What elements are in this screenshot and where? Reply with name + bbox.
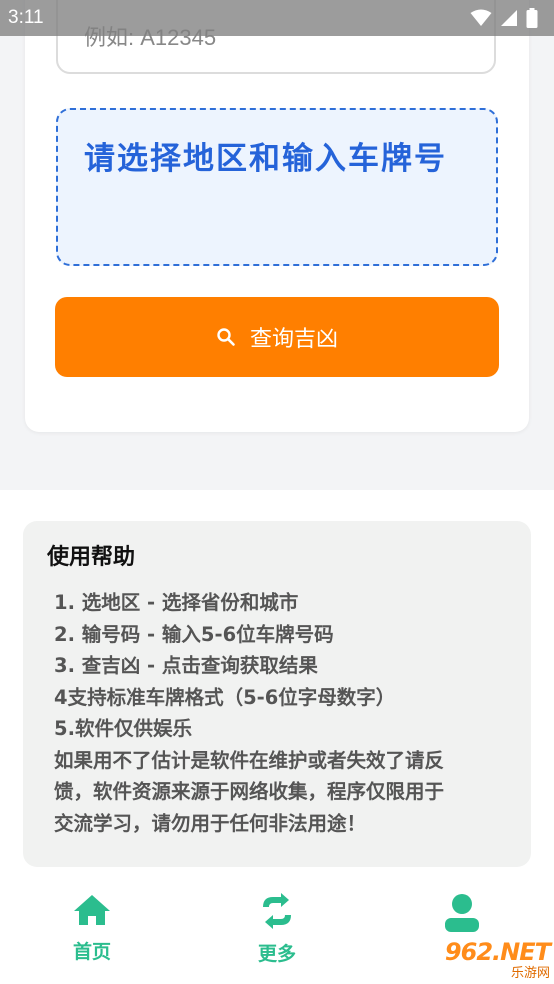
help-line: 3. 查吉凶 - 点击查询获取结果 bbox=[54, 654, 318, 677]
watermark-logo: 962.NET 乐游网 bbox=[418, 938, 551, 982]
help-lines: 1. 选地区 - 选择省份和城市 2. 输号码 - 输入5-6位车牌号码 3. … bbox=[47, 587, 507, 839]
wifi-icon bbox=[470, 9, 492, 26]
nav-item-more[interactable]: 更多 bbox=[222, 893, 332, 966]
user-icon bbox=[445, 894, 479, 932]
signal-icon bbox=[501, 10, 517, 26]
home-icon bbox=[74, 895, 110, 925]
result-message: 请选择地区和输入车牌号 bbox=[84, 141, 447, 177]
swap-icon bbox=[263, 893, 291, 929]
query-button-label: 查询吉凶 bbox=[249, 327, 338, 352]
nav-item-profile[interactable] bbox=[407, 893, 517, 943]
status-time: 3:11 bbox=[8, 7, 44, 28]
help-line: 如果用不了估计是软件在维护或者失效了请反 bbox=[54, 748, 445, 772]
nav-item-home[interactable]: 首页 bbox=[37, 893, 147, 964]
nav-label-more: 更多 bbox=[257, 943, 296, 965]
status-bar: 3:11 bbox=[0, 0, 554, 36]
help-line: 4支持标准车牌格式（5-6位字母数字） bbox=[54, 685, 396, 709]
help-line: 2. 输号码 - 输入5-6位车牌号码 bbox=[54, 622, 334, 646]
query-card: 例如: A12345 请选择地区和输入车牌号 查询吉凶 bbox=[25, 0, 529, 432]
help-line: 馈，软件资源来源于网络收集，程序仅限用于 bbox=[54, 780, 445, 803]
watermark-sub: 乐游网 bbox=[510, 966, 550, 981]
help-title: 使用帮助 bbox=[47, 545, 136, 570]
help-line: 1. 选地区 - 选择省份和城市 bbox=[54, 591, 299, 614]
search-icon bbox=[217, 328, 235, 346]
battery-icon bbox=[526, 8, 538, 28]
help-line: 5.软件仅供娱乐 bbox=[54, 717, 192, 740]
help-card: 使用帮助 1. 选地区 - 选择省份和城市 2. 输号码 - 输入5-6位车牌号… bbox=[23, 521, 531, 867]
nav-label-home: 首页 bbox=[72, 941, 111, 963]
help-line: 交流学习，请勿用于任何非法用途！ bbox=[54, 811, 367, 835]
query-button[interactable]: 查询吉凶 bbox=[55, 297, 499, 377]
result-display: 请选择地区和输入车牌号 bbox=[56, 108, 498, 266]
